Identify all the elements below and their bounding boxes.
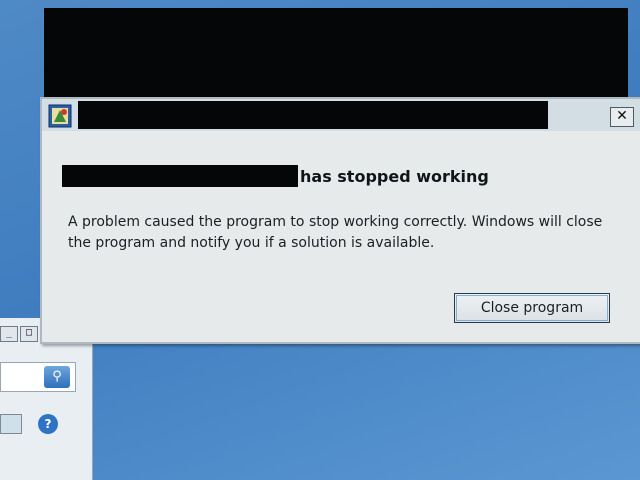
maximize-button[interactable]: □	[20, 326, 38, 342]
window-controls: _ □	[0, 326, 38, 342]
error-message: A problem caused the program to stop wor…	[68, 214, 603, 251]
close-program-button[interactable]: Close program	[454, 293, 610, 323]
close-icon[interactable]: ✕	[610, 107, 634, 127]
search-icon[interactable]: ⚲	[44, 366, 70, 388]
error-dialog: ✕ has stopped working A problem caused t…	[40, 97, 640, 344]
help-icon[interactable]: ?	[38, 414, 58, 434]
view-toggle-icon[interactable]	[0, 414, 22, 434]
program-icon	[48, 104, 72, 128]
redacted-background-window	[44, 8, 628, 102]
minimize-button[interactable]: _	[0, 326, 18, 342]
redacted-window-title	[78, 101, 548, 129]
redacted-program-name	[62, 165, 298, 187]
heading-text: has stopped working	[300, 166, 489, 186]
dialog-heading: has stopped working	[62, 165, 489, 187]
dialog-titlebar: ✕	[42, 99, 640, 131]
